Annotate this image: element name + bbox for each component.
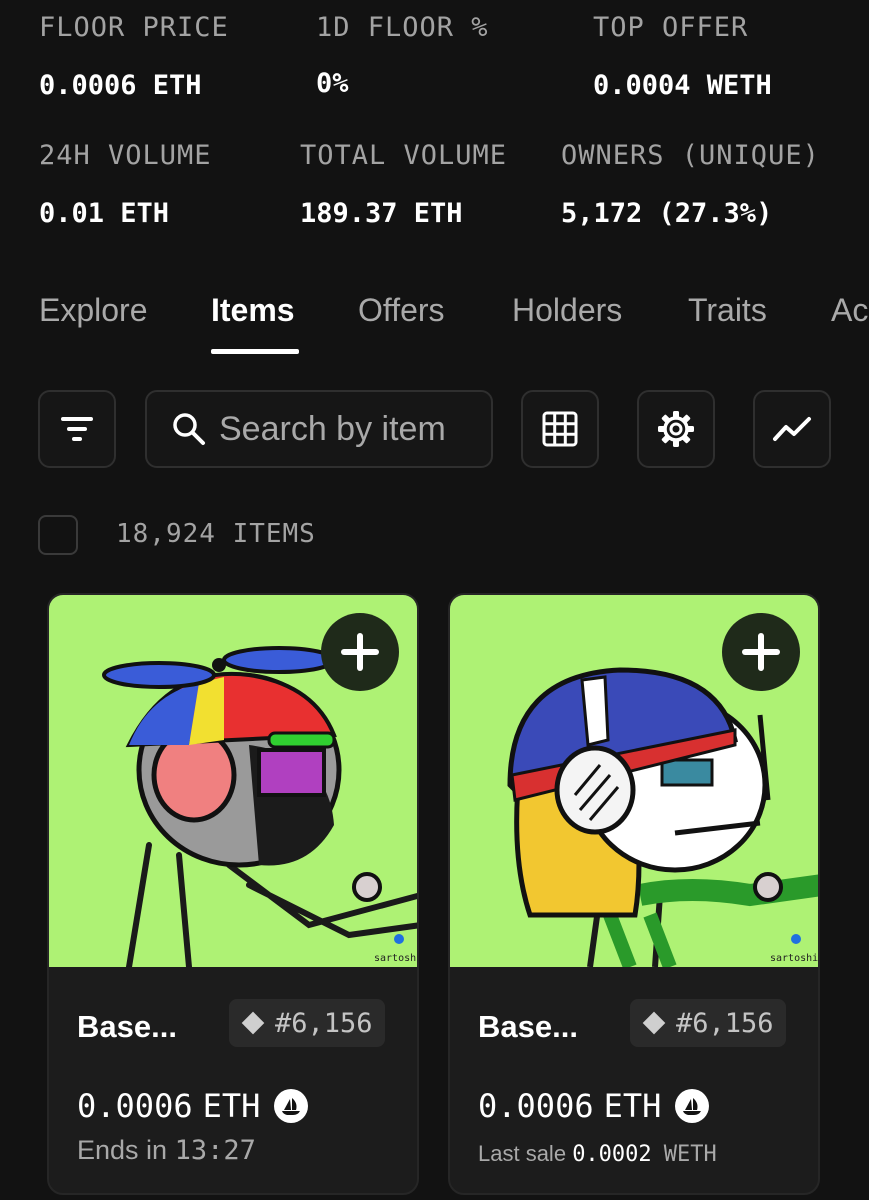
floor-price-label: FLOOR PRICE bbox=[39, 12, 229, 43]
sub-unit: WETH bbox=[663, 1142, 717, 1167]
tab-activity[interactable]: Ac bbox=[831, 292, 868, 329]
volume-24h-label: 24H VOLUME bbox=[39, 140, 212, 171]
top-offer-label: TOP OFFER bbox=[593, 12, 749, 43]
grid-icon bbox=[542, 411, 578, 447]
marketplace-logo-icon bbox=[675, 1089, 710, 1123]
signature: sartoshi bbox=[770, 953, 818, 964]
diamond-icon bbox=[642, 1011, 666, 1035]
search-box[interactable] bbox=[145, 390, 493, 468]
plus-icon bbox=[341, 633, 379, 671]
floor-price-value: 0.0006 ETH bbox=[39, 70, 202, 101]
item-name: Base... bbox=[478, 1009, 578, 1044]
active-tab-indicator bbox=[211, 349, 299, 354]
sub-value: 13:27 bbox=[174, 1135, 256, 1166]
tab-explore[interactable]: Explore bbox=[39, 292, 148, 329]
top-offer-value: 0.0004 WETH bbox=[593, 70, 772, 101]
price-currency: ETH bbox=[603, 1087, 662, 1125]
tab-traits[interactable]: Traits bbox=[688, 292, 767, 329]
filter-icon bbox=[61, 417, 93, 441]
price-value: 0.0006 bbox=[478, 1087, 594, 1125]
tab-items[interactable]: Items bbox=[211, 292, 295, 329]
marketplace-logo-icon bbox=[274, 1089, 309, 1123]
sub-label: Ends in bbox=[77, 1135, 168, 1165]
search-input[interactable] bbox=[219, 409, 479, 449]
item-name: Base... bbox=[77, 1009, 177, 1044]
tab-holders[interactable]: Holders bbox=[512, 292, 622, 329]
item-card[interactable]: sartoshi Base... #6,156 0.0006 ETH Last … bbox=[448, 593, 820, 1195]
search-icon bbox=[173, 413, 205, 445]
sub-label: Last sale bbox=[478, 1141, 567, 1166]
floor-change-label: 1D FLOOR % bbox=[316, 12, 489, 43]
total-volume-value: 189.37 ETH bbox=[300, 198, 463, 229]
chart-icon bbox=[773, 417, 811, 441]
filter-button[interactable] bbox=[38, 390, 116, 468]
floor-change-value: 0% bbox=[316, 68, 349, 99]
owners-label: OWNERS (UNIQUE) bbox=[561, 140, 820, 171]
gear-icon bbox=[658, 411, 694, 447]
settings-button[interactable] bbox=[637, 390, 715, 468]
plus-icon bbox=[742, 633, 780, 671]
price-row: 0.0006 ETH bbox=[77, 1087, 309, 1125]
price-value: 0.0006 bbox=[77, 1087, 193, 1125]
listing-end: Ends in 13:27 bbox=[77, 1135, 256, 1166]
sub-value: 0.0002 bbox=[572, 1142, 652, 1167]
add-to-cart-button[interactable] bbox=[321, 613, 399, 691]
token-id: #6,156 bbox=[275, 1007, 373, 1039]
last-sale: Last sale 0.0002 WETH bbox=[478, 1141, 717, 1167]
token-id-badge: #6,156 bbox=[229, 999, 385, 1047]
volume-24h-value: 0.01 ETH bbox=[39, 198, 170, 229]
token-id: #6,156 bbox=[676, 1007, 774, 1039]
add-to-cart-button[interactable] bbox=[722, 613, 800, 691]
analytics-button[interactable] bbox=[753, 390, 831, 468]
items-count: 18,924 ITEMS bbox=[116, 519, 316, 549]
owners-value: 5,172 (27.3%) bbox=[561, 198, 773, 229]
item-card[interactable]: sartoshi Base... #6,156 0.0006 ETH Ends … bbox=[47, 593, 419, 1195]
price-currency: ETH bbox=[202, 1087, 261, 1125]
diamond-icon bbox=[241, 1011, 265, 1035]
tab-offers[interactable]: Offers bbox=[358, 292, 445, 329]
token-id-badge: #6,156 bbox=[630, 999, 786, 1047]
price-row: 0.0006 ETH bbox=[478, 1087, 710, 1125]
grid-view-button[interactable] bbox=[521, 390, 599, 468]
total-volume-label: TOTAL VOLUME bbox=[300, 140, 508, 171]
select-all-checkbox[interactable] bbox=[38, 515, 78, 555]
signature: sartoshi bbox=[374, 953, 419, 964]
